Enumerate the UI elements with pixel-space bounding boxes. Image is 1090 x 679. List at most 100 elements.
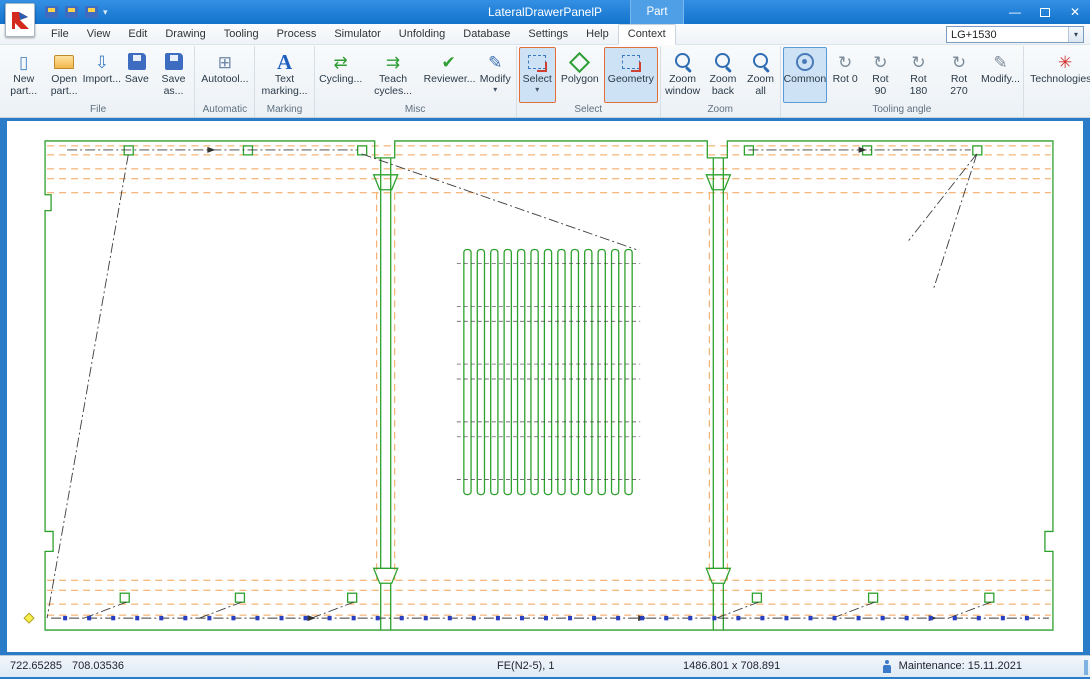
teach-cycles-icon: ⇉ bbox=[380, 50, 406, 74]
machine-selector[interactable]: LG+1530 ▾ bbox=[946, 26, 1084, 43]
button-zoom-all[interactable]: Zoom all bbox=[744, 47, 778, 103]
menu-tab-help[interactable]: Help bbox=[577, 25, 618, 44]
button-label: Zoom window bbox=[665, 74, 700, 98]
minimize-icon: — bbox=[1009, 5, 1021, 19]
button-label: Modify... bbox=[981, 74, 1020, 86]
qat-dropdown-icon[interactable]: ▾ bbox=[103, 7, 108, 18]
window-controls: — ✕ bbox=[1000, 0, 1090, 24]
ribbon-group-caption: Laser bbox=[1026, 103, 1090, 117]
rot-180-icon: ↻ bbox=[905, 50, 931, 74]
save-icon[interactable] bbox=[44, 5, 59, 19]
resize-grip[interactable] bbox=[1084, 660, 1088, 675]
maximize-icon bbox=[1040, 8, 1050, 17]
ribbon-group-caption: Misc bbox=[317, 103, 514, 117]
status-cursor-x: 722.65285 bbox=[10, 660, 62, 672]
button-label: New part... bbox=[8, 74, 39, 98]
status-part-size: 1486.801 x 708.891 bbox=[683, 660, 780, 672]
modify-icon: ✎ bbox=[482, 50, 508, 74]
menu-tab-file[interactable]: File bbox=[42, 25, 78, 44]
button-label: Polygon bbox=[561, 74, 599, 86]
zoom-window-icon bbox=[670, 50, 696, 74]
save-copy-icon[interactable] bbox=[84, 5, 99, 19]
context-tab-group-part[interactable]: Part bbox=[630, 0, 684, 24]
menu-tab-drawing[interactable]: Drawing bbox=[156, 25, 214, 44]
button-modify[interactable]: ✎Modify▾ bbox=[477, 47, 514, 103]
button-common[interactable]: Common bbox=[783, 47, 828, 103]
menu-tab-database[interactable]: Database bbox=[454, 25, 519, 44]
ribbon-group-marking: AText marking...Marking bbox=[255, 46, 314, 117]
button-autotool[interactable]: ⊞Autotool... bbox=[197, 47, 252, 103]
menu-tabs: FileViewEditDrawingToolingProcessSimulat… bbox=[42, 24, 676, 44]
button-label: Rot 180 bbox=[903, 74, 935, 98]
rot-270-icon: ↻ bbox=[946, 50, 972, 74]
part-outline bbox=[45, 141, 1053, 630]
close-button[interactable]: ✕ bbox=[1060, 0, 1090, 24]
button-label: Open part... bbox=[48, 74, 79, 98]
button-save[interactable]: Save bbox=[120, 47, 154, 103]
menu-tab-unfolding[interactable]: Unfolding bbox=[390, 25, 454, 44]
cycling-icon: ⇄ bbox=[328, 50, 354, 74]
button-cycling[interactable]: ⇄Cycling... bbox=[317, 47, 365, 103]
maximize-button[interactable] bbox=[1030, 0, 1060, 24]
drawing-canvas[interactable] bbox=[7, 121, 1083, 652]
common-icon bbox=[792, 50, 818, 74]
menu-tab-edit[interactable]: Edit bbox=[119, 25, 156, 44]
ribbon-group-caption: Automatic bbox=[197, 103, 252, 117]
button-zoom-window[interactable]: Zoom window bbox=[663, 47, 702, 103]
tool-path-dots bbox=[63, 616, 1029, 620]
button-label: Common bbox=[784, 74, 827, 86]
button-import[interactable]: ⇩Import... bbox=[85, 47, 119, 103]
combo-dropdown-icon[interactable]: ▾ bbox=[1068, 27, 1083, 42]
ribbon-group-caption: Select bbox=[519, 103, 658, 117]
ribbon-group-caption: Zoom bbox=[663, 103, 778, 117]
text-marking-icon: A bbox=[272, 50, 298, 74]
part-drawing bbox=[7, 121, 1083, 652]
button-text-marking[interactable]: AText marking... bbox=[257, 47, 311, 103]
button-reviewer[interactable]: ✔Reviewer... bbox=[421, 47, 476, 103]
button-save-as[interactable]: Save as... bbox=[155, 47, 192, 103]
app-logo-icon[interactable] bbox=[5, 3, 35, 37]
new-part-icon: ▯ bbox=[11, 50, 37, 74]
button-polygon[interactable]: Polygon bbox=[557, 47, 603, 103]
ribbon-group-select: Select▾PolygonGeometrySelect bbox=[517, 46, 661, 117]
button-rot-270[interactable]: ↻Rot 270 bbox=[939, 47, 979, 103]
menu-tab-simulator[interactable]: Simulator bbox=[325, 25, 389, 44]
button-rot-0[interactable]: ↻Rot 0 bbox=[828, 47, 862, 103]
button-label: Cycling... bbox=[319, 74, 362, 86]
minimize-button[interactable]: — bbox=[1000, 0, 1030, 24]
button-label: Zoom back bbox=[707, 74, 738, 98]
app-logo-mark bbox=[8, 8, 32, 32]
button-rot-180[interactable]: ↻Rot 180 bbox=[899, 47, 939, 103]
button-modify[interactable]: ✎Modify... bbox=[980, 47, 1021, 103]
button-label: Save bbox=[125, 74, 149, 86]
button-label: Select bbox=[523, 74, 552, 86]
button-zoom-back[interactable]: Zoom back bbox=[703, 47, 742, 103]
button-teach-cycles[interactable]: ⇉Teach cycles... bbox=[366, 47, 421, 103]
menu-tab-view[interactable]: View bbox=[78, 25, 120, 44]
ribbon-group-caption: Marking bbox=[257, 103, 311, 117]
zoom-back-icon bbox=[710, 50, 736, 74]
import-icon: ⇩ bbox=[89, 50, 115, 74]
menu-tab-context[interactable]: Context bbox=[618, 24, 676, 45]
titlebar: ▾ LateralDrawerPanelP Part — ✕ bbox=[0, 0, 1090, 24]
dropdown-arrow-icon: ▾ bbox=[493, 86, 497, 94]
button-label: Rot 270 bbox=[943, 74, 975, 98]
save-all-icon[interactable] bbox=[64, 5, 79, 19]
button-rot-90[interactable]: ↻Rot 90 bbox=[863, 47, 898, 103]
save-icon bbox=[124, 50, 150, 74]
ribbon-group-automatic: ⊞Autotool...Automatic bbox=[195, 46, 255, 117]
reviewer-icon: ✔ bbox=[436, 50, 462, 74]
button-select[interactable]: Select▾ bbox=[519, 47, 556, 103]
button-label: Import... bbox=[83, 74, 122, 86]
menu-tab-settings[interactable]: Settings bbox=[519, 25, 577, 44]
button-geometry[interactable]: Geometry bbox=[604, 47, 658, 103]
menu-tab-tooling[interactable]: Tooling bbox=[215, 25, 268, 44]
comb-slots bbox=[464, 250, 632, 495]
status-maintenance: Maintenance: 15.11.2021 bbox=[899, 660, 1022, 672]
close-icon: ✕ bbox=[1070, 5, 1080, 19]
button-new-part[interactable]: ▯New part... bbox=[4, 47, 43, 103]
menu-tab-process[interactable]: Process bbox=[268, 25, 326, 44]
origin-marker bbox=[24, 613, 34, 623]
button-technologies[interactable]: ✳Technologies... bbox=[1026, 47, 1090, 103]
button-open-part[interactable]: Open part... bbox=[44, 47, 83, 103]
